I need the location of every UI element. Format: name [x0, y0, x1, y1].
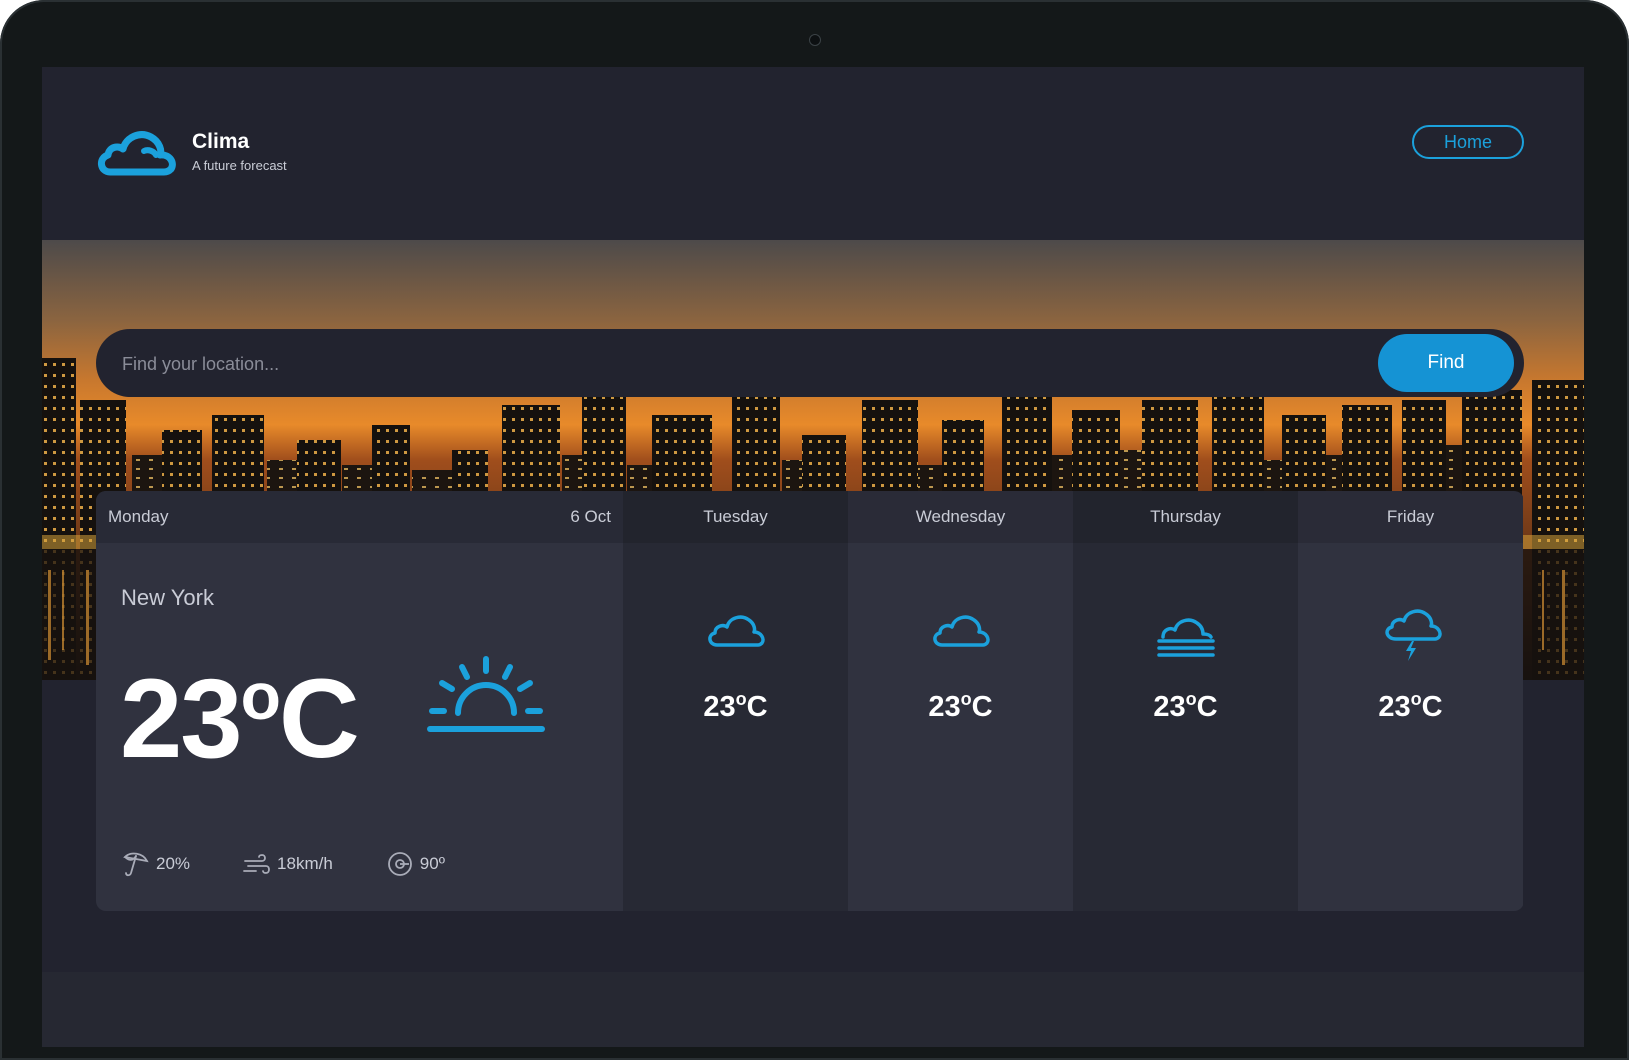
today-date: 6 Oct [570, 507, 611, 526]
precipitation-value: 20% [156, 854, 191, 873]
forecast-day-label: Thursday [1073, 491, 1298, 543]
forecast-day-label: Wednesday [848, 491, 1073, 543]
cloud-logo-icon [98, 131, 176, 176]
forecast-day-tuesday: Tuesday 23oC [623, 491, 848, 911]
thunderstorm-icon [1385, 609, 1442, 661]
umbrella-icon [123, 852, 149, 877]
forecast-day-wednesday: Wednesday 23oC [848, 491, 1073, 911]
sunrise-icon [427, 656, 545, 732]
cloud-icon [933, 615, 990, 647]
forecast-day-friday: Friday 23oC [1298, 491, 1523, 911]
forecast-day-label: Friday [1298, 491, 1523, 543]
precipitation-stat: 20% [121, 849, 190, 879]
direction-value: 90º [419, 854, 445, 873]
forecast-temp: 23oC [1153, 689, 1218, 723]
home-button[interactable]: Home [1412, 125, 1524, 159]
location-name: New York [121, 585, 214, 610]
location-search-input[interactable] [120, 329, 1324, 399]
direction-stat: 90º [385, 849, 445, 879]
find-button[interactable]: Find [1378, 334, 1514, 392]
forecast-table: Monday 6 Oct New York 23oC 20% 18km/h 90… [96, 491, 1524, 911]
forecast-temp: 23oC [928, 689, 993, 723]
cloud-icon [708, 615, 765, 647]
brand-name: Clima [192, 129, 250, 153]
wind-icon [243, 854, 270, 874]
today-card: Monday 6 Oct New York 23oC 20% 18km/h 90… [96, 491, 623, 911]
forecast-day-label: Tuesday [623, 491, 848, 543]
compass-icon [387, 852, 412, 876]
brand-tagline: A future forecast [192, 157, 287, 173]
forecast-temp: 23oC [1378, 689, 1443, 723]
search-bar: Find [96, 329, 1524, 399]
fog-icon [1157, 618, 1215, 657]
camera-dot [809, 34, 821, 46]
wind-value: 18km/h [277, 854, 333, 873]
today-day: Monday [108, 507, 169, 526]
brand[interactable]: Clima A future forecast [96, 125, 287, 177]
site-header: Clima A future forecast Home [42, 67, 1584, 240]
today-temperature: 23oC [120, 656, 360, 781]
browser-viewport: Clima A future forecast Home Find your l… [42, 67, 1584, 1047]
forecast-day-thursday: Thursday 23oC [1073, 491, 1298, 911]
footer-band [42, 972, 1584, 1047]
today-header: Monday 6 Oct [96, 491, 623, 543]
forecast-temp: 23oC [703, 689, 768, 723]
wind-stat: 18km/h [242, 849, 333, 879]
today-stats: 20% 18km/h 90º [121, 849, 445, 879]
